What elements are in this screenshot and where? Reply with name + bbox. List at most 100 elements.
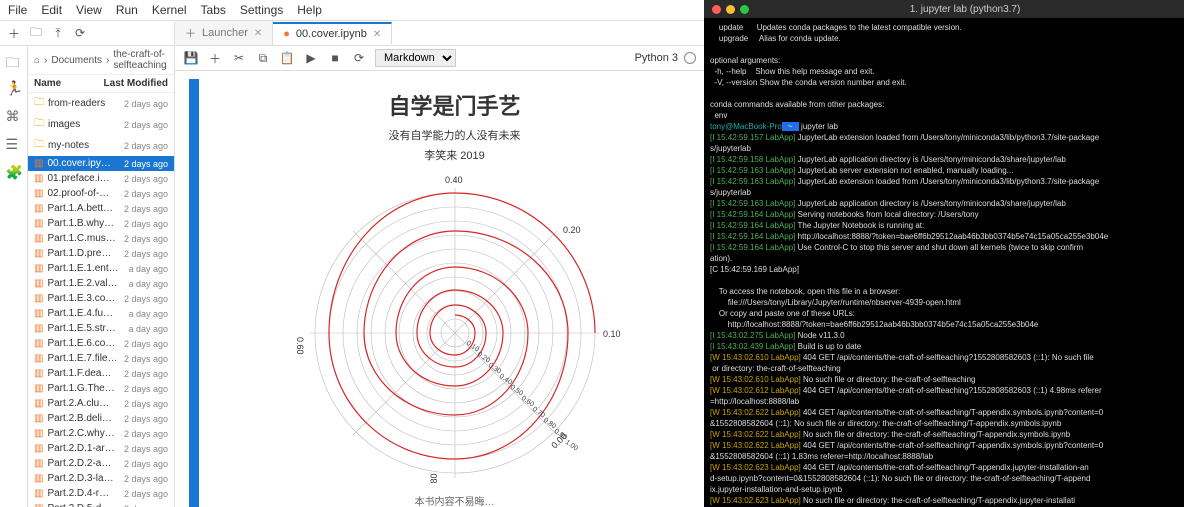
notebook-icon: ▥ — [34, 308, 43, 319]
tab-launcher[interactable]: ＋ Launcher ✕ — [175, 21, 273, 45]
menu-file[interactable]: File — [8, 3, 27, 17]
crumb-folder[interactable]: the-craft-of-selfteaching — [113, 49, 168, 71]
file-row[interactable]: ▥Part.1.E.5.str…a day ago — [28, 321, 174, 336]
running-icon[interactable]: 🏃 — [6, 80, 22, 96]
file-row[interactable]: ▥Part.1.G.The…2 days ago — [28, 381, 174, 396]
copy-icon[interactable]: ⧉ — [255, 50, 271, 66]
notebook-icon: ▥ — [34, 278, 43, 289]
file-row[interactable]: ▥Part.2.A.clu…2 days ago — [28, 396, 174, 411]
file-row[interactable]: ▥Part.1.C.mus…2 days ago — [28, 231, 174, 246]
cell[interactable]: 自学是门手艺 没有自学能力的人没有未来 李笑来 2019 — [175, 79, 704, 507]
file-row[interactable]: ▥02.proof-of-…2 days ago — [28, 186, 174, 201]
file-row[interactable]: ▥Part.2.D.2-a…2 days ago — [28, 456, 174, 471]
file-name: Part.2.D.4-r… — [47, 488, 120, 499]
traffic-close-icon[interactable] — [712, 5, 721, 14]
file-row[interactable]: ▥Part.2.D.4-r…2 days ago — [28, 486, 174, 501]
col-name[interactable]: Name — [34, 78, 104, 89]
extension-icon[interactable]: 🧩 — [6, 164, 22, 180]
file-modified: 2 days ago — [124, 204, 168, 214]
tab-bar: ＋ Launcher ✕ ● 00.cover.ipynb ✕ — [175, 21, 704, 45]
svg-text:0.80: 0.80 — [429, 473, 439, 483]
file-modified: 2 days ago — [124, 504, 168, 507]
file-row[interactable]: ▥Part.1.E.2.val…a day ago — [28, 276, 174, 291]
file-row[interactable]: 🗀from-readers2 days ago — [28, 93, 174, 114]
file-modified: 2 days ago — [124, 384, 168, 394]
file-row[interactable]: ▥01.preface.i…2 days ago — [28, 171, 174, 186]
traffic-max-icon[interactable] — [740, 5, 749, 14]
menu-settings[interactable]: Settings — [240, 3, 283, 17]
file-list[interactable]: 🗀from-readers2 days ago🗀images2 days ago… — [28, 93, 174, 507]
menu-tabs[interactable]: Tabs — [201, 3, 226, 17]
menu-run[interactable]: Run — [116, 3, 138, 17]
notebook-icon: ▥ — [34, 368, 43, 379]
top-toolbar: ＋ 🗀 ⤒ ⟳ ＋ Launcher ✕ ● 00.cover.ipynb ✕ — [0, 21, 704, 46]
tabs-icon[interactable]: ☰ — [6, 136, 22, 152]
file-row[interactable]: 🗀my-notes2 days ago — [28, 135, 174, 156]
svg-text:0.10: 0.10 — [464, 340, 479, 354]
book-title: 自学是门手艺 — [225, 89, 684, 121]
tab-label: 00.cover.ipynb — [296, 28, 367, 40]
col-modified[interactable]: Last Modified — [104, 78, 168, 89]
file-name: Part.2.D.3-la… — [47, 473, 120, 484]
crumb-documents[interactable]: Documents — [51, 55, 102, 66]
file-name: my-notes — [48, 140, 120, 151]
add-cell-icon[interactable]: ＋ — [207, 50, 223, 66]
upload-icon[interactable]: ⤒ — [50, 25, 66, 41]
file-row[interactable]: ▥Part.1.B.why…2 days ago — [28, 216, 174, 231]
notebook-icon: ▥ — [34, 353, 43, 364]
menu-edit[interactable]: Edit — [41, 3, 62, 17]
menu-kernel[interactable]: Kernel — [152, 3, 187, 17]
menu-view[interactable]: View — [76, 3, 102, 17]
polar-plot: 0.10 0.20 0.30 0.40 0.50 0.60 0.70 0.80 — [290, 173, 620, 483]
paste-icon[interactable]: 📋 — [279, 50, 295, 66]
notebook-icon: ▥ — [34, 158, 43, 169]
notebook-cells[interactable]: 自学是门手艺 没有自学能力的人没有未来 李笑来 2019 — [175, 71, 704, 507]
notebook-icon: ▥ — [34, 233, 43, 244]
kernel-status-icon[interactable] — [684, 52, 696, 64]
save-icon[interactable]: 💾 — [183, 50, 199, 66]
new-launcher-icon[interactable]: ＋ — [6, 25, 22, 41]
notebook-icon: ▥ — [34, 428, 43, 439]
menu-help[interactable]: Help — [297, 3, 322, 17]
restart-icon[interactable]: ⟳ — [351, 50, 367, 66]
file-modified: 2 days ago — [124, 399, 168, 409]
run-icon[interactable]: ▶ — [303, 50, 319, 66]
file-row[interactable]: ▥00.cover.ipy…2 days ago — [28, 156, 174, 171]
file-row[interactable]: ▥Part.1.E.1.ent…a day ago — [28, 261, 174, 276]
terminal-body[interactable]: update Updates conda packages to the lat… — [704, 18, 1184, 507]
home-icon[interactable]: ⌂ — [34, 55, 40, 66]
notebook-icon: ▥ — [34, 188, 43, 199]
file-row[interactable]: ▥Part.1.E.7.file…2 days ago — [28, 351, 174, 366]
new-folder-icon[interactable]: 🗀 — [28, 25, 44, 41]
breadcrumb[interactable]: ⌂ › Documents › the-craft-of-selfteachin… — [28, 46, 174, 75]
file-row[interactable]: ▥Part.2.D.1-ar…2 days ago — [28, 441, 174, 456]
stop-icon[interactable]: ■ — [327, 50, 343, 66]
file-row[interactable]: ▥Part.1.F.dea…2 days ago — [28, 366, 174, 381]
folder-icon: 🗀 — [34, 95, 44, 112]
file-row[interactable]: ▥Part.2.B.deli…2 days ago — [28, 411, 174, 426]
svg-text:0.20: 0.20 — [563, 225, 581, 235]
file-row[interactable]: ▥Part.1.E.6.co…2 days ago — [28, 336, 174, 351]
file-row[interactable]: ▥Part.1.A.bett…2 days ago — [28, 201, 174, 216]
refresh-icon[interactable]: ⟳ — [72, 25, 88, 41]
file-modified: 2 days ago — [124, 489, 168, 499]
file-row[interactable]: ▥Part.1.D.pre…2 days ago — [28, 246, 174, 261]
kernel-name[interactable]: Python 3 — [635, 52, 678, 64]
file-row[interactable]: ▥Part.1.E.3.co…2 days ago — [28, 291, 174, 306]
close-icon[interactable]: ✕ — [254, 28, 262, 39]
cut-icon[interactable]: ✂ — [231, 50, 247, 66]
menu-bar: File Edit View Run Kernel Tabs Settings … — [0, 0, 704, 21]
file-row[interactable]: ▥Part.2.D.3-la…2 days ago — [28, 471, 174, 486]
commands-icon[interactable]: ⌘ — [6, 108, 22, 124]
file-row[interactable]: 🗀images2 days ago — [28, 114, 174, 135]
tab-notebook[interactable]: ● 00.cover.ipynb ✕ — [273, 22, 392, 44]
close-icon[interactable]: ✕ — [373, 29, 381, 40]
file-row[interactable]: ▥Part.2.D.5-d…2 days ago — [28, 501, 174, 507]
footnote: 本书内容不易晦… — [225, 493, 684, 507]
file-row[interactable]: ▥Part.1.E.4.fu…a day ago — [28, 306, 174, 321]
file-row[interactable]: ▥Part.2.C.why…2 days ago — [28, 426, 174, 441]
file-modified: 2 days ago — [124, 474, 168, 484]
traffic-min-icon[interactable] — [726, 5, 735, 14]
files-icon[interactable]: 🗀 — [6, 52, 22, 68]
cell-type-select[interactable]: Markdown — [375, 49, 456, 67]
